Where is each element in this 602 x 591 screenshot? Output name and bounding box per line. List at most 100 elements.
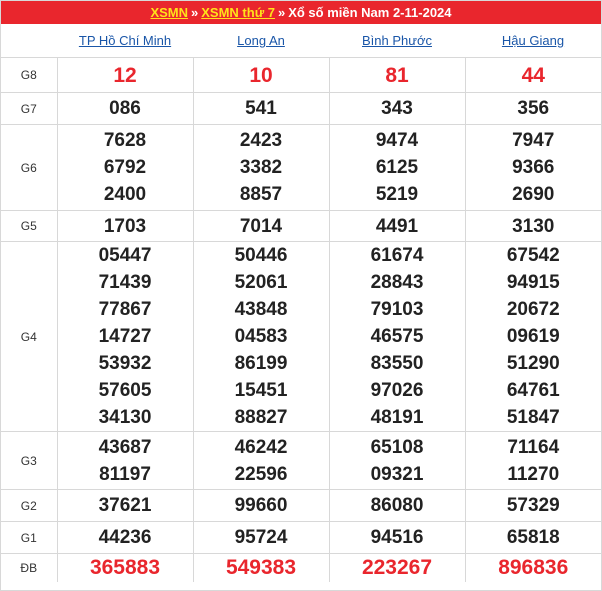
prize-cell: 4491 — [328, 210, 465, 242]
prize-row-g5: G5 1703 7014 4491 3130 — [1, 210, 601, 242]
prize-number: 57605 — [98, 380, 152, 401]
results-panel: XSMN» XSMN thứ 7» Xổ số miền Nam 2-11-2024… — [0, 0, 602, 591]
prize-label: G8 — [1, 57, 57, 93]
province-header-row: TP Hồ Chí Minh Long An Bình Phước Hậu Gi… — [1, 24, 601, 58]
prize-number: 64761 — [506, 380, 560, 401]
prize-cell: 365883 — [56, 553, 193, 582]
prize-number: 81197 — [99, 463, 151, 485]
prize-number: 71439 — [98, 272, 152, 293]
prize-cell: 95724 — [192, 521, 329, 554]
prize-cell: 10 — [192, 57, 329, 93]
prize-number: 09321 — [370, 463, 424, 485]
prize-cell: 44236 — [56, 521, 193, 554]
prize-row-g6: G6 7628 6792 2400 2423 3382 8857 9474 6125 5219 79… — [1, 124, 601, 211]
prize-cell: 1703 — [56, 210, 193, 242]
prize-number: 37621 — [98, 495, 152, 516]
prize-cell: 94516 — [328, 521, 465, 554]
empty-header-cell — [1, 24, 57, 58]
prize-number: 04583 — [234, 326, 288, 347]
prize-number: 2423 — [239, 130, 283, 151]
province-link-hcm[interactable]: TP Hồ Chí Minh — [79, 33, 171, 48]
prize-number: 43848 — [234, 299, 288, 320]
prize-row-g7: G7 086 541 343 356 — [1, 92, 601, 125]
prize-cell: 65108 09321 — [328, 431, 465, 490]
prize-number: 86080 — [370, 495, 424, 516]
prize-cell: 12 — [56, 57, 193, 93]
prize-number: 22596 — [234, 463, 288, 485]
prize-number: 50446 — [234, 245, 288, 266]
prize-number: 9366 — [512, 157, 555, 178]
prize-cell: 7628 6792 2400 — [56, 124, 193, 211]
prize-label: G5 — [1, 210, 57, 242]
prize-number: 51290 — [506, 353, 560, 374]
prize-number: 53932 — [98, 353, 152, 374]
prize-cell: 81 — [328, 57, 465, 93]
prize-number: 57329 — [506, 495, 560, 516]
prize-number: 365883 — [89, 556, 161, 580]
province-link-hau-giang[interactable]: Hậu Giang — [502, 33, 564, 48]
prize-number: 94516 — [370, 527, 424, 548]
prize-number: 94915 — [506, 272, 560, 293]
prize-number: 46242 — [234, 436, 288, 458]
prize-cell: 896836 — [464, 553, 601, 582]
province-link-long-an[interactable]: Long An — [237, 33, 285, 48]
prize-number: 7947 — [512, 130, 555, 151]
prize-number: 11270 — [507, 463, 560, 485]
prize-number: 79103 — [370, 299, 424, 320]
prize-cell: 7947 9366 2690 — [464, 124, 601, 211]
prize-number: 43687 — [98, 436, 152, 458]
prize-cell: 46242 22596 — [192, 431, 329, 490]
prize-number: 34130 — [98, 407, 152, 428]
prize-number: 52061 — [234, 272, 288, 293]
prize-number: 44236 — [98, 527, 152, 548]
breadcrumb-separator: » — [277, 5, 286, 20]
prize-cell: 7014 — [192, 210, 329, 242]
prize-cell: 9474 6125 5219 — [328, 124, 465, 211]
prize-label: G3 — [1, 431, 57, 490]
prize-cell: 50446 52061 43848 04583 86199 15451 88827 — [192, 241, 329, 432]
prize-number: 88827 — [234, 407, 288, 428]
prize-number: 8857 — [239, 184, 283, 205]
breadcrumb-xsmn-thu7-link[interactable]: XSMN thứ 7 — [201, 5, 275, 20]
prize-cell: 57329 — [464, 489, 601, 522]
prize-cell: 86080 — [328, 489, 465, 522]
prize-cell: 223267 — [328, 553, 465, 582]
prize-number: 896836 — [498, 556, 569, 580]
prize-number: 2690 — [512, 184, 555, 205]
breadcrumb: XSMN» XSMN thứ 7» Xổ số miền Nam 2-11-2024 — [1, 1, 601, 24]
prize-label: G2 — [1, 489, 57, 522]
breadcrumb-separator: » — [191, 5, 199, 20]
prize-number: 20672 — [506, 299, 560, 320]
prize-label: G7 — [1, 92, 57, 125]
prize-label: G6 — [1, 124, 57, 211]
prize-cell: 67542 94915 20672 09619 51290 64761 51847 — [464, 241, 601, 432]
prize-row-g1: G1 44236 95724 94516 65818 — [1, 521, 601, 554]
prize-number: 81 — [385, 63, 409, 87]
prize-number: 549383 — [225, 556, 297, 580]
prize-row-g2: G2 37621 99660 86080 57329 — [1, 489, 601, 522]
prize-number: 3382 — [239, 157, 283, 178]
prize-cell: 2423 3382 8857 — [192, 124, 329, 211]
prize-cell: 3130 — [464, 210, 601, 242]
prize-number: 99660 — [234, 495, 288, 516]
prize-row-db: ĐB 365883 549383 223267 896836 — [1, 553, 601, 582]
prize-number: 223267 — [361, 556, 433, 580]
prize-cell: 44 — [464, 57, 601, 93]
prize-cell: 65818 — [464, 521, 601, 554]
prize-number: 6125 — [375, 157, 419, 178]
province-link-binh-phuoc[interactable]: Bình Phước — [362, 33, 432, 48]
breadcrumb-xsmn-link[interactable]: XSMN — [150, 5, 188, 20]
prize-number: 12 — [113, 63, 137, 87]
prize-label: ĐB — [1, 553, 57, 582]
prize-number: 71164 — [507, 436, 560, 458]
prize-number: 7628 — [103, 130, 147, 151]
prize-number: 65108 — [370, 436, 424, 458]
prize-label: G4 — [1, 241, 57, 432]
prize-number: 46575 — [370, 326, 424, 347]
prize-number: 95724 — [234, 527, 288, 548]
prize-cell: 356 — [464, 92, 601, 125]
prize-number: 541 — [245, 98, 277, 119]
prize-number: 15451 — [234, 380, 288, 401]
prize-number: 05447 — [98, 245, 152, 266]
prize-number: 51847 — [506, 407, 560, 428]
